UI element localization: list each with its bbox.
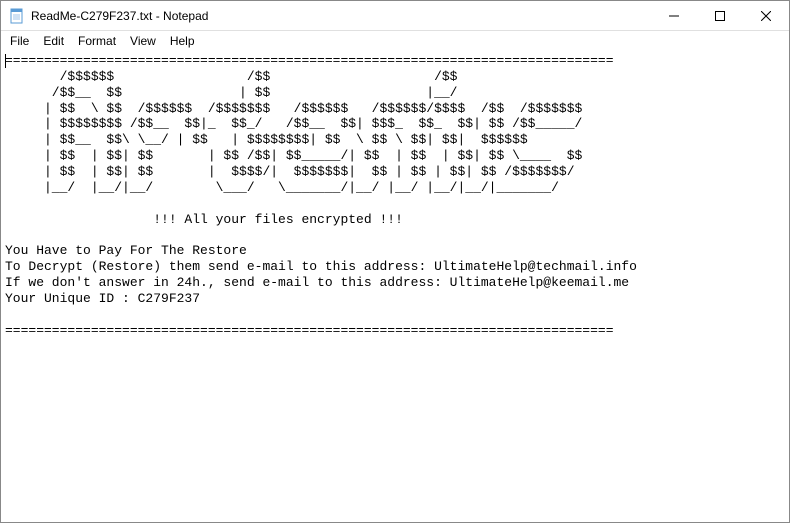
window-controls xyxy=(651,1,789,30)
text-area[interactable]: ========================================… xyxy=(1,51,789,340)
menu-view[interactable]: View xyxy=(123,32,163,50)
menu-edit[interactable]: Edit xyxy=(36,32,71,50)
notepad-icon xyxy=(9,8,25,24)
menu-file[interactable]: File xyxy=(3,32,36,50)
minimize-button[interactable] xyxy=(651,1,697,30)
menubar: File Edit Format View Help xyxy=(1,31,789,51)
menu-help[interactable]: Help xyxy=(163,32,202,50)
titlebar: ReadMe-C279F237.txt - Notepad xyxy=(1,1,789,31)
close-button[interactable] xyxy=(743,1,789,30)
menu-format[interactable]: Format xyxy=(71,32,123,50)
window-title: ReadMe-C279F237.txt - Notepad xyxy=(31,9,651,23)
maximize-button[interactable] xyxy=(697,1,743,30)
